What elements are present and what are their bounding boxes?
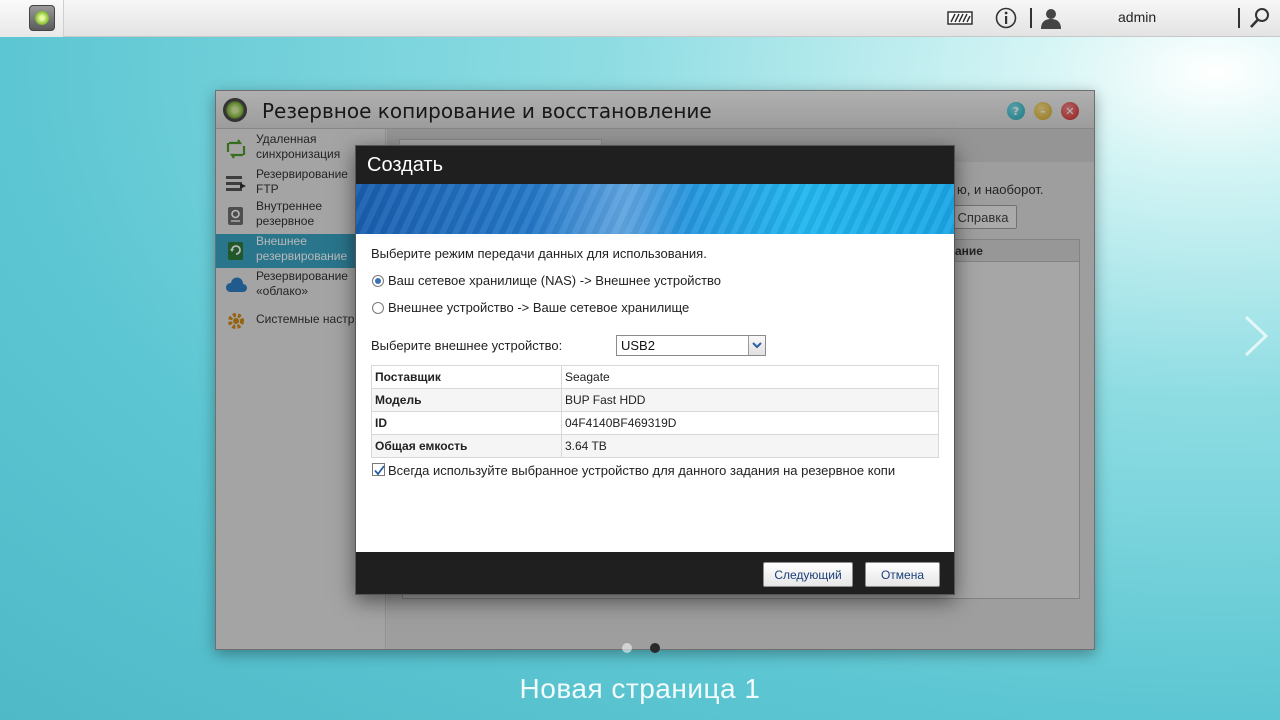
- device-select-value: USB2: [621, 338, 655, 353]
- search-icon[interactable]: [1249, 6, 1271, 30]
- page-dot[interactable]: [622, 643, 632, 653]
- info-value: BUP Fast HDD: [561, 388, 939, 412]
- dialog-title: Создать: [367, 154, 444, 176]
- transfer-mode-prompt: Выберите режим передачи данных для испол…: [371, 246, 707, 261]
- top-bar: admin: [0, 0, 1280, 37]
- radio-nas-to-external[interactable]: [372, 275, 384, 287]
- info-key: ID: [371, 411, 562, 435]
- device-info-table: Поставщик Seagate Модель BUP Fast HDD ID…: [371, 365, 939, 458]
- create-dialog: Создать Выберите режим передачи данных д…: [355, 145, 955, 595]
- dialog-header: Создать: [356, 146, 954, 184]
- next-button[interactable]: Следующий: [763, 562, 853, 587]
- app-launcher-area: [0, 0, 64, 37]
- radio-external-to-nas[interactable]: [372, 302, 384, 314]
- info-value: Seagate: [561, 365, 939, 389]
- desktop-page-title: Новая страница 1: [519, 673, 761, 704]
- user-icon[interactable]: [1040, 6, 1062, 30]
- info-icon[interactable]: [994, 6, 1018, 30]
- info-value: 04F4140BF469319D: [561, 411, 939, 435]
- info-value: 3.64 TB: [561, 434, 939, 458]
- dialog-footer: Следующий Отмена: [356, 552, 954, 594]
- dialog-banner: [356, 184, 954, 234]
- device-select[interactable]: USB2: [616, 335, 766, 356]
- topbar-divider: [1238, 8, 1240, 28]
- always-use-checkbox[interactable]: [372, 463, 385, 476]
- radio-label[interactable]: Ваш сетевое хранилище (NAS) -> Внешнее у…: [388, 273, 721, 288]
- info-key: Поставщик: [371, 365, 562, 389]
- info-key: Модель: [371, 388, 562, 412]
- table-row: Поставщик Seagate: [371, 365, 939, 389]
- chevron-down-icon[interactable]: [748, 336, 765, 355]
- table-row: Модель BUP Fast HDD: [371, 388, 939, 412]
- radio-label[interactable]: Внешнее устройство -> Ваше сетевое храни…: [388, 300, 689, 315]
- topbar-divider: [1030, 8, 1032, 28]
- storage-status-icon[interactable]: [946, 6, 974, 30]
- table-row: ID 04F4140BF469319D: [371, 411, 939, 435]
- dialog-body: Выберите режим передачи данных для испол…: [356, 234, 954, 552]
- info-key: Общая емкость: [371, 434, 562, 458]
- table-row: Общая емкость 3.64 TB: [371, 434, 939, 458]
- page-indicator: [622, 643, 662, 655]
- app-launcher-icon[interactable]: [29, 5, 55, 31]
- page-dot-active[interactable]: [650, 643, 660, 653]
- always-use-label[interactable]: Всегда используйте выбранное устройство …: [388, 463, 940, 478]
- next-page-arrow-icon[interactable]: [1242, 315, 1272, 357]
- cancel-button[interactable]: Отмена: [865, 562, 940, 587]
- device-select-label: Выберите внешнее устройство:: [371, 338, 563, 353]
- user-name[interactable]: admin: [1118, 9, 1156, 25]
